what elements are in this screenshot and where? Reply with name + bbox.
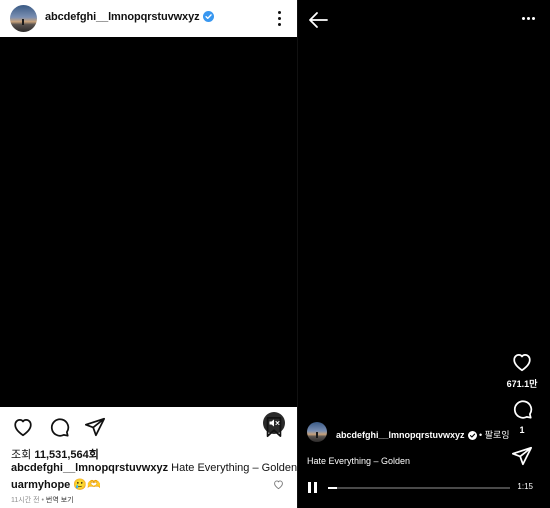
- send-icon[interactable]: [511, 445, 533, 467]
- following-button[interactable]: 팔로잉: [485, 430, 510, 440]
- pause-icon[interactable]: [308, 482, 318, 493]
- heart-icon[interactable]: [511, 351, 533, 373]
- comment-icon[interactable]: [48, 416, 70, 438]
- reel-username[interactable]: abcdefghi__lmnopqrstuvwxyz: [336, 430, 465, 440]
- more-horizontal-icon[interactable]: [522, 16, 536, 22]
- post-header: abcdefghi__lmnopqrstuvwxyz: [0, 0, 297, 37]
- playback-controls: 1:15: [298, 478, 550, 496]
- post-caption: abcdefghi__lmnopqrstuvwxyz Hate Everythi…: [11, 462, 297, 474]
- likes-count: 671.1만: [506, 379, 538, 389]
- view-count: 조회 11,531,564회: [11, 446, 99, 462]
- comment-icon[interactable]: [511, 398, 533, 420]
- follow-separator: •: [476, 430, 485, 440]
- translate-link[interactable]: 번역 보기: [46, 497, 74, 504]
- views-count: 11,531,564회: [34, 449, 99, 461]
- more-vertical-icon[interactable]: [274, 8, 284, 28]
- avatar[interactable]: [10, 5, 37, 32]
- post-time: 11시간 전: [11, 497, 40, 504]
- comment-preview[interactable]: uarmyhope 🥲🫶: [11, 478, 101, 491]
- caption-username[interactable]: abcdefghi__lmnopqrstuvwxyz: [11, 462, 168, 474]
- reel-viewer[interactable]: 671.1만 1 abcdefghi__lmnopqrstuvwxyz • 팔로…: [298, 0, 550, 508]
- bookmark-icon[interactable]: [264, 416, 286, 438]
- feed-post: abcdefghi__lmnopqrstuvwxyz 조회 11,531,564…: [0, 0, 297, 508]
- comment-username[interactable]: uarmyhope: [11, 479, 70, 491]
- reel-avatar[interactable]: [307, 422, 327, 442]
- comment-text: 🥲🫶: [73, 479, 101, 491]
- reel-caption: Hate Everything – Golden: [307, 456, 411, 466]
- send-icon[interactable]: [84, 416, 106, 438]
- verified-badge-icon: [467, 431, 477, 442]
- progress-bar[interactable]: [328, 487, 510, 489]
- post-video[interactable]: [0, 37, 297, 434]
- post-actions: [0, 407, 297, 445]
- duration: 1:15: [517, 482, 533, 491]
- caption-text: Hate Everything – Golden: [171, 462, 298, 474]
- back-arrow-icon[interactable]: [308, 11, 328, 29]
- verified-badge-icon: [202, 11, 214, 25]
- comment-like-icon[interactable]: [273, 477, 284, 490]
- progress-fill: [328, 487, 338, 489]
- heart-icon[interactable]: [12, 416, 34, 438]
- post-username[interactable]: abcdefghi__lmnopqrstuvwxyz: [45, 11, 200, 23]
- views-label: 조회: [11, 449, 32, 461]
- post-meta: 11시간 전 • 번역 보기: [11, 495, 74, 505]
